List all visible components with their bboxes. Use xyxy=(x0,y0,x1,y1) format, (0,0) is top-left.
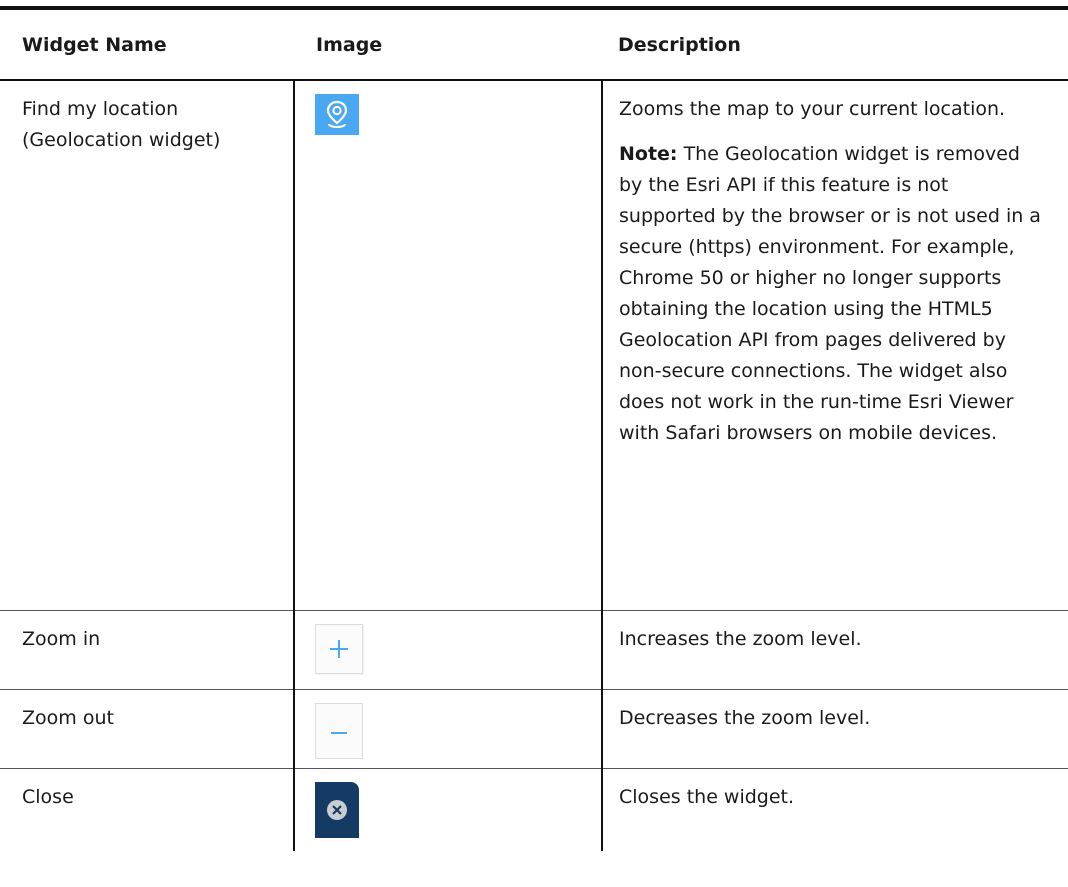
header-widget-name: Widget Name xyxy=(22,33,167,56)
note-text: The Geolocation widget is removed by the… xyxy=(619,143,1041,444)
widget-image-cell xyxy=(293,768,602,851)
close-icon xyxy=(327,800,347,820)
header-image: Image xyxy=(316,33,383,56)
table-row: Find my location (Geolocation widget) Zo… xyxy=(0,80,1068,611)
zoom-in-widget-image xyxy=(315,624,363,674)
widget-table-container: Widget Name Image Description Find my lo… xyxy=(0,6,1068,851)
widget-description: Increases the zoom level. xyxy=(619,628,862,650)
minus-icon xyxy=(331,732,347,734)
widget-name-cell: Zoom in xyxy=(0,611,294,690)
table-header-row: Widget Name Image Description xyxy=(0,8,1068,80)
widget-description: Zooms the map to your current location. xyxy=(619,98,1006,120)
zoom-out-widget-image xyxy=(315,703,363,759)
widget-image-cell xyxy=(293,610,602,690)
close-widget-image xyxy=(315,782,359,838)
widget-name-cell: Zoom out xyxy=(0,690,294,769)
widget-image-cell xyxy=(293,80,602,611)
widget-image-cell xyxy=(293,689,602,769)
note-label: Note: xyxy=(619,143,678,165)
widget-name-line1: Find my location xyxy=(22,98,179,120)
table-row: Close Closes the widget. xyxy=(0,768,1068,852)
widget-description-cell: Increases the zoom level. xyxy=(601,610,1068,690)
widget-description-cell: Decreases the zoom level. xyxy=(601,689,1068,769)
widget-name-cell: Close xyxy=(0,769,294,852)
table-row: Zoom out Decreases the zoom level. xyxy=(0,689,1068,769)
widget-table: Widget Name Image Description Find my lo… xyxy=(0,6,1068,851)
header-description: Description xyxy=(618,33,741,56)
geolocation-widget-image xyxy=(315,94,359,135)
widget-name: Close xyxy=(22,786,74,808)
widget-name: Zoom out xyxy=(22,707,114,729)
geolocation-pin-icon xyxy=(326,100,348,128)
widget-note: Note: The Geolocation widget is removed … xyxy=(619,139,1046,449)
plus-icon xyxy=(330,640,348,658)
widget-name-cell: Find my location (Geolocation widget) xyxy=(0,80,294,611)
widget-name: Zoom in xyxy=(22,628,101,650)
widget-description: Closes the widget. xyxy=(619,786,795,808)
widget-description-cell: Zooms the map to your current location. … xyxy=(601,80,1068,611)
widget-description: Decreases the zoom level. xyxy=(619,707,871,729)
widget-name-line2: (Geolocation widget) xyxy=(22,129,221,151)
table-row: Zoom in Increases the zoom level. xyxy=(0,610,1068,690)
widget-description-cell: Closes the widget. xyxy=(601,768,1068,851)
